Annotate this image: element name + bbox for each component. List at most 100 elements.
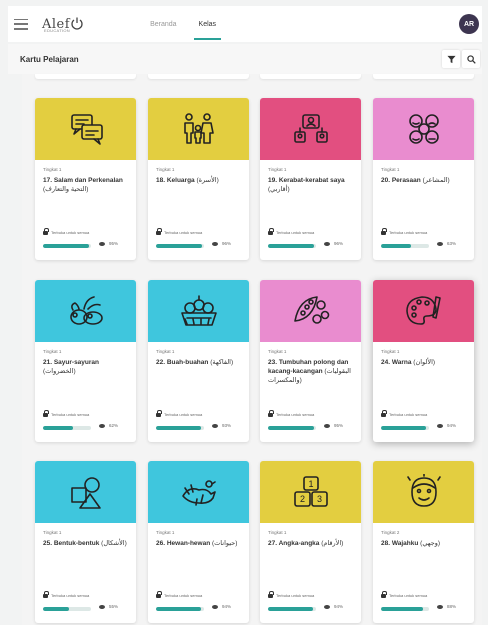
status-text: Terbuka untuk semua: [164, 230, 203, 235]
card-title-arabic: (الأرقام): [321, 540, 344, 547]
lesson-card[interactable]: 123 Tingkat 1 27. Angka-angka (الأرقام) …: [260, 461, 361, 623]
card-title: 26. Hewan-hewan (حيوانات): [156, 539, 241, 585]
card-progress-percent: 88%: [437, 604, 456, 609]
family-icon: [183, 113, 214, 144]
card-title-arabic: (الأسرة): [196, 177, 219, 184]
previous-card-stub: [260, 74, 361, 79]
status-text: Terbuka untuk semua: [389, 593, 428, 598]
card-image: [35, 98, 136, 160]
card-status: Terbuka untuk semua: [268, 590, 315, 598]
card-progress-percent: 63%: [437, 241, 456, 246]
card-image: [35, 280, 136, 342]
lesson-card[interactable]: Tingkat 1 21. Sayur-sayuran (الخضروات) T…: [35, 280, 136, 442]
status-text: Terbuka untuk semua: [389, 230, 428, 235]
lock-open-icon: [43, 590, 49, 598]
card-progress-percent: 93%: [212, 423, 231, 428]
hamburger-menu-icon[interactable]: [14, 18, 28, 30]
status-text: Terbuka untuk semua: [276, 412, 315, 417]
card-title-latin: 25. Bentuk-bentuk: [43, 540, 102, 547]
card-status: Terbuka untuk semua: [381, 409, 427, 417]
lesson-card[interactable]: Tingkat 1 19. Kerabat-kerabat saya (أقار…: [260, 98, 361, 260]
card-title-arabic: (المشاعر): [422, 177, 450, 184]
lesson-card[interactable]: Tingkat 1 26. Hewan-hewan (حيوانات) Terb…: [148, 461, 249, 623]
card-title-latin: 19. Kerabat-kerabat saya: [268, 177, 345, 184]
main-tabs: Beranda Kelas: [139, 6, 227, 42]
percent-value: 94%: [447, 423, 457, 428]
svg-text:1: 1: [308, 479, 313, 489]
tab-kelas[interactable]: Kelas: [188, 6, 228, 42]
lock-open-icon: [156, 227, 162, 235]
progress-bar: [268, 607, 316, 611]
card-title-latin: 20. Perasaan: [381, 177, 423, 184]
eye-icon: [212, 241, 218, 246]
card-progress-percent: 95%: [324, 423, 343, 428]
card-title-arabic: (التحية والتعارف): [43, 186, 89, 193]
card-title: 25. Bentuk-bentuk (الأشكال): [43, 539, 128, 585]
card-title-latin: 26. Hewan-hewan: [156, 540, 212, 547]
search-button[interactable]: [462, 50, 480, 68]
card-status: Terbuka untuk semua: [43, 227, 89, 235]
card-progress-percent: 94%: [437, 423, 456, 428]
lesson-card[interactable]: Tingkat 2 28. Wajahku (وجهي) Terbuka unt…: [373, 461, 474, 623]
card-title: 22. Buah-buahan (الفاكهة): [156, 358, 241, 404]
filter-button[interactable]: [442, 50, 460, 68]
card-image: [148, 461, 249, 523]
card-title-latin: 21. Sayur-sayuran: [43, 359, 100, 366]
progress-bar: [43, 426, 91, 430]
card-image: 12 3: [260, 461, 361, 523]
card-level: Tingkat 1: [381, 349, 400, 354]
card-image: [373, 280, 474, 342]
palette-icon: [405, 296, 441, 325]
card-progress-percent: 94%: [212, 604, 231, 609]
percent-value: 93%: [222, 423, 232, 428]
card-title-latin: 27. Angka-angka: [268, 540, 322, 547]
progress-bar: [381, 607, 429, 611]
progress-bar: [156, 607, 204, 611]
card-image: [373, 98, 474, 160]
progress-fill: [381, 244, 412, 248]
lesson-card[interactable]: Tingkat 1 20. Perasaan (المشاعر) Terbuka…: [373, 98, 474, 260]
card-title-latin: 28. Wajahku: [381, 540, 421, 547]
page-header: Kartu Pelajaran: [8, 44, 482, 74]
card-title-latin: 18. Keluarga: [156, 177, 197, 184]
card-title: 17. Salam dan Perkenalan (التحية والتعار…: [43, 176, 128, 222]
lesson-card[interactable]: Tingkat 1 22. Buah-buahan (الفاكهة) Terb…: [148, 280, 249, 442]
eye-icon: [324, 604, 330, 609]
lesson-card[interactable]: Tingkat 1 17. Salam dan Perkenalan (التح…: [35, 98, 136, 260]
card-title-arabic: (الألوان): [413, 359, 436, 366]
status-text: Terbuka untuk semua: [276, 230, 315, 235]
progress-bar: [381, 244, 429, 248]
card-title: 27. Angka-angka (الأرقام): [268, 539, 353, 585]
eye-icon: [324, 423, 330, 428]
lock-open-icon: [43, 409, 49, 417]
page-title: Kartu Pelajaran: [20, 54, 79, 64]
card-title-latin: 22. Buah-buahan: [156, 359, 211, 366]
percent-value: 95%: [109, 241, 119, 246]
card-progress-percent: 96%: [212, 241, 231, 246]
card-progress-percent: 96%: [324, 241, 343, 246]
status-text: Terbuka untuk semua: [51, 593, 90, 598]
progress-bar: [43, 607, 91, 611]
card-status: Terbuka untuk semua: [268, 409, 315, 417]
progress-fill: [156, 426, 201, 430]
lesson-card[interactable]: Tingkat 1 18. Keluarga (الأسرة) Terbuka …: [148, 98, 249, 260]
status-text: Terbuka untuk semua: [164, 593, 203, 598]
percent-value: 96%: [334, 241, 344, 246]
lesson-card[interactable]: Tingkat 1 24. Warna (الألوان) Terbuka un…: [373, 280, 474, 442]
card-title-arabic: (الخضروات): [43, 368, 76, 375]
card-progress-percent: 62%: [99, 423, 118, 428]
progress-fill: [381, 426, 427, 430]
progress-fill: [268, 244, 315, 248]
lesson-card[interactable]: Tingkat 1 23. Tumbuhan polong dan kacang…: [260, 280, 361, 442]
eye-icon: [212, 423, 218, 428]
progress-fill: [268, 426, 314, 430]
lesson-card[interactable]: Tingkat 1 25. Bentuk-bentuk (الأشكال) Te…: [35, 461, 136, 623]
fruit-basket-icon: [180, 295, 217, 326]
status-text: Terbuka untuk semua: [276, 593, 315, 598]
avatar[interactable]: AR: [459, 14, 479, 34]
card-progress-percent: 95%: [99, 241, 118, 246]
card-title: 21. Sayur-sayuran (الخضروات): [43, 358, 128, 404]
lock-open-icon: [156, 590, 162, 598]
tab-beranda[interactable]: Beranda: [139, 6, 187, 42]
card-title: 19. Kerabat-kerabat saya (أقاربي): [268, 176, 353, 222]
